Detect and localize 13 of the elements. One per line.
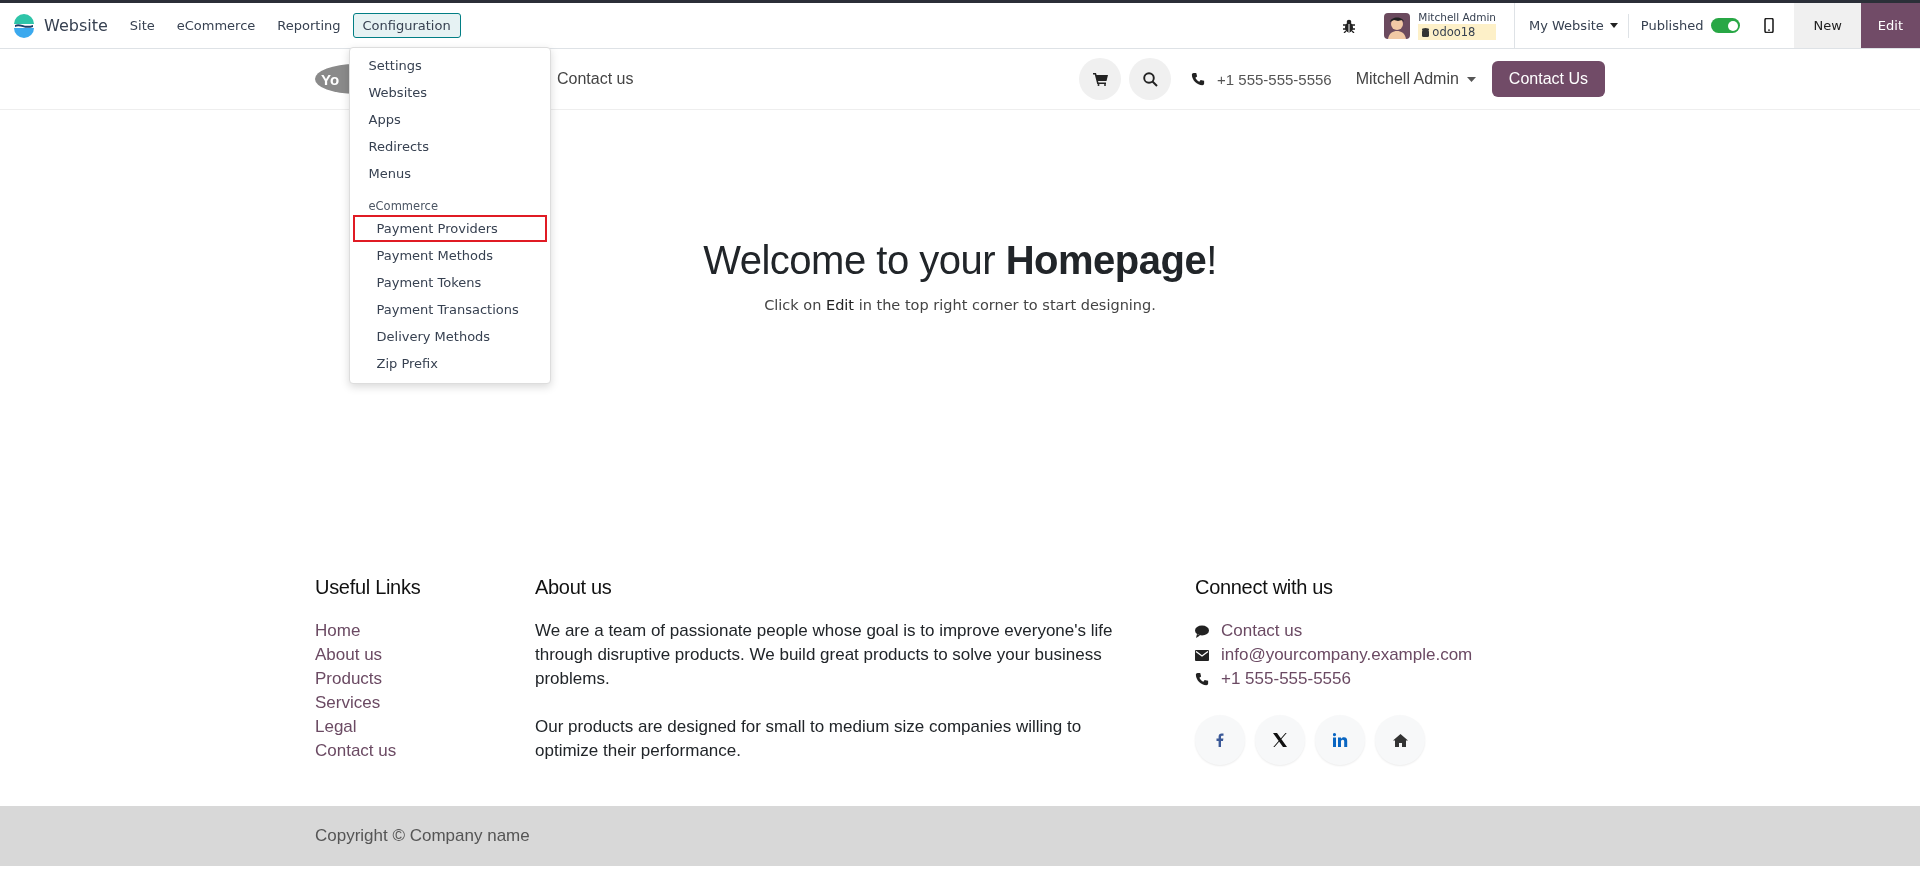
published-label: Published bbox=[1640, 18, 1704, 33]
app-name: Website bbox=[44, 16, 108, 35]
footer-heading: Connect with us bbox=[1195, 576, 1334, 599]
hero-title: Welcome to your Homepage! bbox=[703, 238, 1217, 283]
menu-section-header: eCommerce bbox=[367, 198, 439, 215]
about-paragraph: Our products are designed for small to medium size companies willing to optimize their performance. bbox=[535, 716, 1083, 762]
database-badge: odoo18 bbox=[1418, 24, 1496, 40]
footer-heading: Useful Links bbox=[315, 576, 422, 599]
copyright-text: Copyright © Company name bbox=[315, 826, 530, 846]
about-paragraph: We are a team of passionate people whose goal is to improve everyone's life through disruptive products. We build great products to solve your business problems. bbox=[535, 620, 1114, 690]
footer-heading: About us bbox=[535, 576, 613, 599]
user-name: Mitchell Admin bbox=[1418, 11, 1496, 23]
hero-subtitle: Click on Edit in the top right corner to start designing. bbox=[764, 297, 1156, 313]
